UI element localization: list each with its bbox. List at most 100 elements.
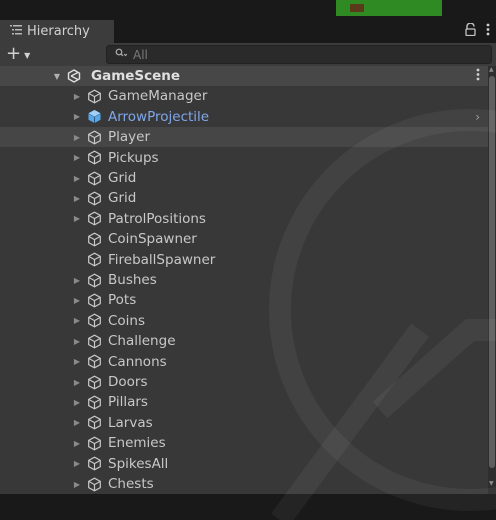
hierarchy-item-name: Coins [108,312,146,329]
cube-outline-icon [86,476,102,492]
cube-outline-icon [86,456,102,472]
hierarchy-item[interactable]: ▶ PatrolPositions [0,209,488,229]
hierarchy-item-name: Pillars [108,394,148,411]
hierarchy-item[interactable]: CoinSpawner [0,229,488,249]
cube-outline-icon [86,292,102,308]
cube-outline-icon [86,129,102,145]
cube-outline-icon [86,190,102,206]
foldout-collapsed-icon[interactable]: ▶ [72,174,82,183]
hierarchy-item[interactable]: ▶ Bushes [0,270,488,290]
foldout-collapsed-icon[interactable]: ▶ [72,92,82,101]
cube-filled-icon [86,109,102,125]
scroll-up-icon[interactable]: ▲ [489,66,494,73]
foldout-collapsed-icon[interactable]: ▶ [72,398,82,407]
game-view-sliver [336,0,442,16]
plus-icon: + [6,43,22,64]
hierarchy-item-name: Grid [108,190,137,207]
cube-outline-icon [86,150,102,166]
search-input[interactable]: All [106,45,492,64]
hierarchy-item[interactable]: ▶ Challenge [0,331,488,351]
hierarchy-item-name: Chests [108,476,154,492]
foldout-collapsed-icon[interactable]: ▶ [72,112,82,121]
foldout-collapsed-icon[interactable]: ▶ [72,459,82,468]
hierarchy-item[interactable]: ▶ GameManager [0,86,488,106]
hierarchy-item[interactable]: ▶ Larvas [0,413,488,433]
tab-hierarchy-label: Hierarchy [27,24,90,39]
foldout-collapsed-icon[interactable]: ▶ [72,133,82,142]
cube-outline-icon [86,231,102,247]
hierarchy-item-name: Bushes [108,272,157,288]
hierarchy-item[interactable]: ▶ Cannons [0,352,488,372]
hierarchy-item-name: PatrolPositions [108,210,206,227]
foldout-collapsed-icon[interactable]: ▶ [72,378,82,387]
hierarchy-item-name: GameManager [108,88,208,105]
cube-outline-icon [86,88,102,104]
scene-name: GameScene [91,68,181,84]
hierarchy-item[interactable]: ▶ Enemies [0,433,488,453]
cube-outline-icon [86,354,102,370]
hierarchy-item[interactable]: ▶ SpikesAll [0,454,488,474]
foldout-collapsed-icon[interactable]: ▶ [72,316,82,325]
scene-row[interactable]: ▼ GameScene [0,66,488,86]
hierarchy-item[interactable]: ▶ Pickups [0,148,488,168]
cube-outline-icon [86,252,102,268]
cube-outline-icon [86,211,102,227]
foldout-collapsed-icon[interactable]: ▶ [72,357,82,366]
vertical-scrollbar[interactable]: ▲ ▼ [488,66,496,494]
foldout-collapsed-icon[interactable]: ▶ [72,153,82,162]
foldout-collapsed-icon[interactable]: ▶ [72,439,82,448]
hierarchy-item[interactable]: ▶ ArrowProjectile › [0,107,488,127]
hierarchy-item[interactable]: ▶ Grid [0,188,488,208]
hierarchy-toolbar: + ▼ All [0,43,496,66]
cube-outline-icon [86,394,102,410]
hierarchy-item[interactable]: ▶ Grid [0,168,488,188]
foldout-collapsed-icon[interactable]: ▶ [72,480,82,489]
cube-outline-icon [86,415,102,431]
hierarchy-item[interactable]: ▶ Pillars [0,392,488,412]
bottom-strip [0,494,496,520]
cube-outline-icon [86,374,102,390]
list-icon [10,24,22,39]
foldout-collapsed-icon[interactable]: ▶ [72,214,82,223]
game-sprite [350,4,364,12]
hierarchy-item-name: ArrowProjectile [108,108,210,125]
kebab-menu-icon[interactable] [486,23,490,40]
foldout-collapsed-icon[interactable]: ▶ [72,337,82,346]
scroll-down-icon[interactable]: ▼ [489,480,494,487]
foldout-expanded-icon[interactable]: ▼ [52,72,62,81]
hierarchy-item-name: Pickups [108,149,159,166]
chevron-right-icon[interactable]: › [475,110,480,124]
hierarchy-item-name: Enemies [108,435,166,452]
cube-outline-icon [86,435,102,451]
hierarchy-item[interactable]: ▶ Pots [0,290,488,310]
tab-hierarchy[interactable]: Hierarchy [0,20,114,43]
hierarchy-item-name: CoinSpawner [108,231,197,248]
hierarchy-item-name: Challenge [108,333,176,350]
hierarchy-item-name: SpikesAll [108,455,169,472]
foldout-collapsed-icon[interactable]: ▶ [72,418,82,427]
hierarchy-item[interactable]: ▶ Coins [0,311,488,331]
hierarchy-item[interactable]: ▶ Chests [0,474,488,494]
hierarchy-item[interactable]: ▶ Doors [0,372,488,392]
unity-scene-icon [66,68,82,84]
hierarchy-item-name: Cannons [108,353,167,370]
foldout-collapsed-icon[interactable]: ▶ [72,194,82,203]
chevron-down-icon: ▼ [24,50,31,60]
top-strip [0,0,496,16]
search-icon [115,47,128,62]
tab-bar: Hierarchy [0,16,496,43]
scrollbar-thumb[interactable] [489,76,495,468]
hierarchy-item[interactable]: FireballSpawner [0,250,488,270]
hierarchy-tree: ▼ GameScene ▶ GameManager ▶ ArrowProjectile… [0,66,496,494]
add-button[interactable]: + ▼ [6,44,36,64]
hierarchy-item-name: FireballSpawner [108,251,216,268]
scene-menu-icon[interactable] [476,68,480,85]
cube-outline-icon [86,272,102,288]
lock-icon[interactable] [465,22,476,40]
hierarchy-item[interactable]: ▶ Player [0,127,488,148]
foldout-collapsed-icon[interactable]: ▶ [72,276,82,285]
foldout-collapsed-icon[interactable]: ▶ [72,296,82,305]
hierarchy-item-name: Doors [108,374,148,390]
hierarchy-item-name: Pots [108,292,137,309]
cube-outline-icon [86,333,102,349]
